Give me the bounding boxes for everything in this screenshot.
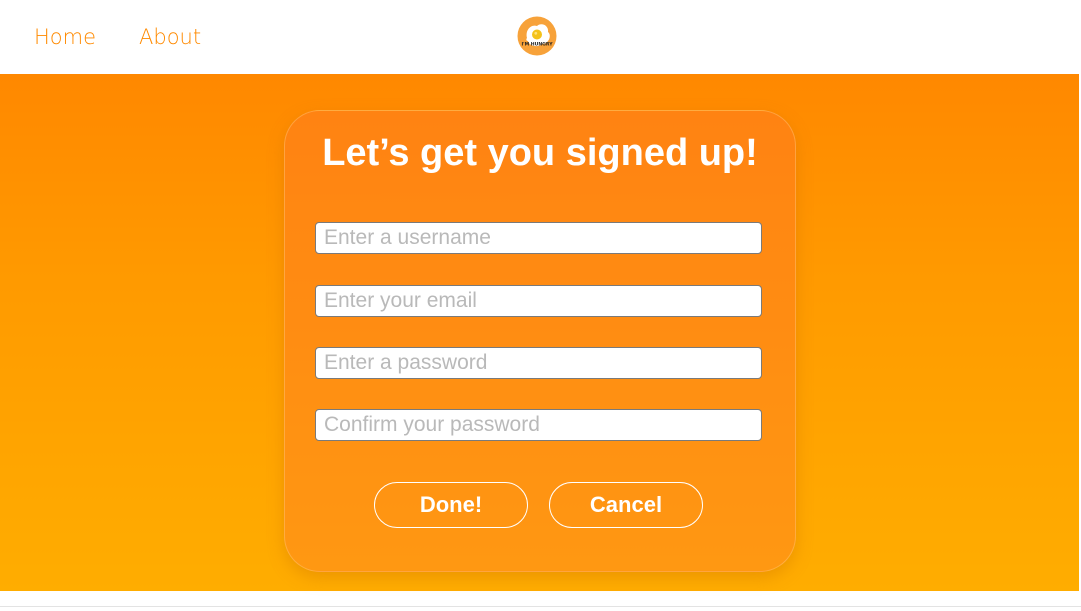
nav-about-link[interactable]: About [139,23,201,51]
footer-divider [0,606,1081,607]
done-button[interactable]: Done! [374,482,528,528]
username-input[interactable] [315,222,762,254]
cancel-button[interactable]: Cancel [549,482,703,528]
email-input[interactable] [315,285,762,317]
confirm-password-input[interactable] [315,409,762,441]
signup-title: Let’s get you signed up! [322,132,758,174]
im-hungry-logo[interactable]: I'M HUNGRY [517,16,557,56]
svg-text:I'M HUNGRY: I'M HUNGRY [521,42,553,48]
password-input[interactable] [315,347,762,379]
fried-egg-icon: I'M HUNGRY [517,16,557,56]
signup-card: Let’s get you signed up! Done! Cancel [284,110,796,572]
top-nav-bar: Home About I'M HUNGRY [0,0,1081,74]
nav-home-link[interactable]: Home [34,23,96,51]
